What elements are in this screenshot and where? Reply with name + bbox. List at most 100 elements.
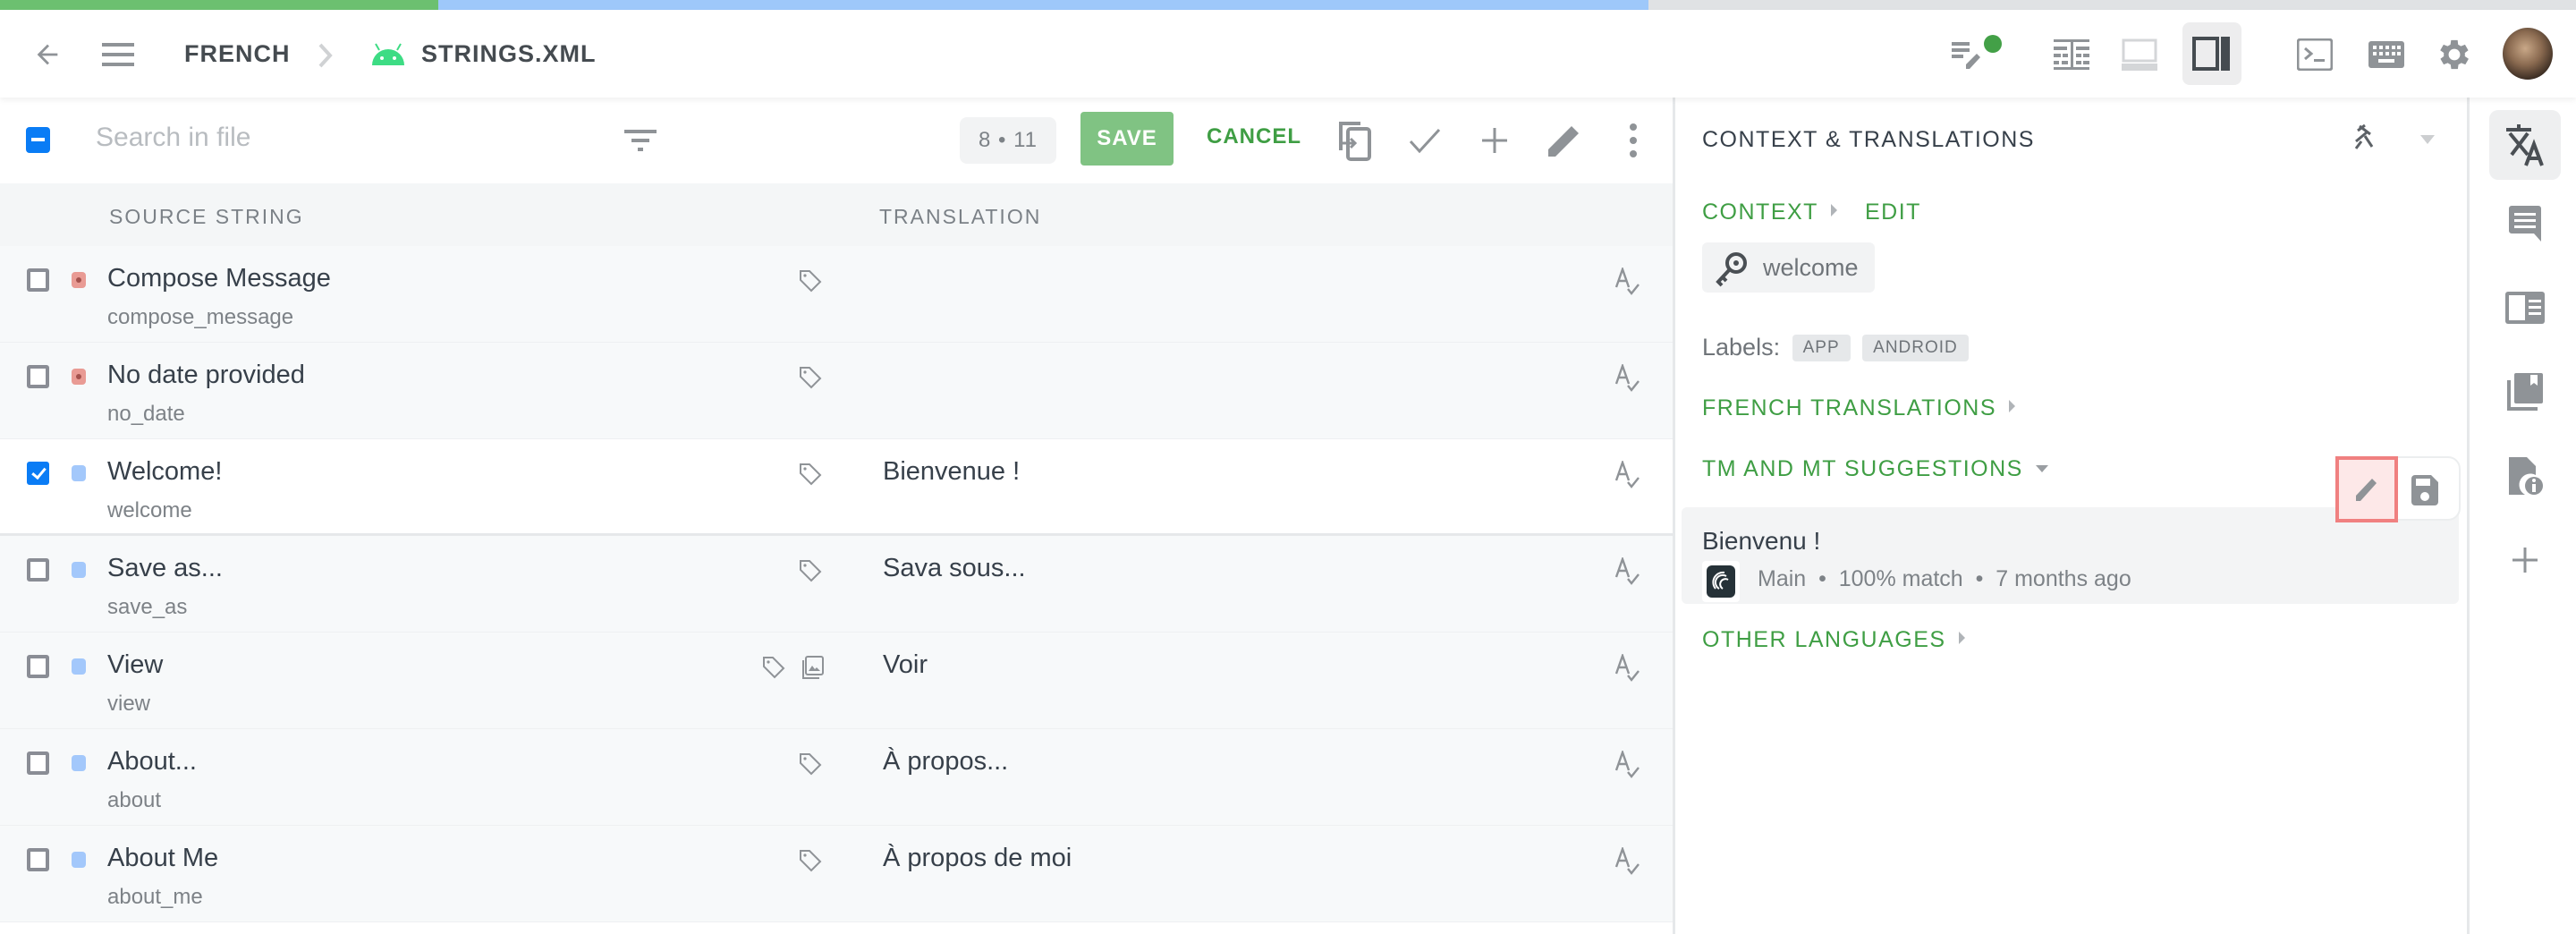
layout-side-by-side-button[interactable]: [2046, 30, 2097, 80]
table-header: SOURCE STRING TRANSLATION: [0, 183, 1673, 246]
labels-row: Labels: APP ANDROID: [1702, 334, 1969, 361]
tag-icon[interactable]: [799, 269, 822, 297]
filter-button[interactable]: [621, 123, 660, 158]
spellcheck-icon[interactable]: [1614, 845, 1641, 880]
console-button[interactable]: [2290, 30, 2340, 80]
string-key: welcome: [1763, 254, 1859, 281]
edit-suggestion-button[interactable]: [2335, 456, 2398, 522]
spellcheck-icon[interactable]: [1614, 362, 1641, 397]
tag-icon[interactable]: [799, 752, 822, 780]
table-row[interactable]: About... about À propos...: [0, 729, 1673, 826]
translation-text[interactable]: Voir: [883, 650, 928, 680]
side-by-side-icon: [2054, 39, 2089, 70]
table-row[interactable]: View view Voir: [0, 633, 1673, 729]
edit-button[interactable]: [1544, 119, 1585, 162]
caret-right-icon: [2009, 400, 2016, 412]
caret-right-icon: [1958, 632, 1965, 644]
label-chip[interactable]: APP: [1792, 335, 1851, 361]
table-row[interactable]: Compose Message compose_message: [0, 246, 1673, 343]
label-chip[interactable]: ANDROID: [1862, 335, 1969, 361]
translation-progress-bar: [0, 0, 2576, 10]
other-languages-label: OTHER LANGUAGES: [1702, 627, 1946, 652]
spellcheck-icon[interactable]: [1614, 652, 1641, 687]
tag-icon[interactable]: [799, 463, 822, 490]
spellcheck-icon[interactable]: [1614, 556, 1641, 590]
row-checkbox[interactable]: [27, 655, 49, 678]
add-button[interactable]: [1474, 123, 1515, 158]
layout-vertical-button[interactable]: [2182, 22, 2241, 85]
row-checkbox[interactable]: [27, 268, 49, 292]
panel-title: CONTEXT & TRANSLATIONS: [1702, 127, 2035, 152]
editor-toolbar: Search in file 8 • 11 SAVE CANCEL: [0, 98, 1673, 183]
panel-dropdown-button[interactable]: [2414, 126, 2441, 153]
caret-down-icon: [2420, 135, 2435, 144]
context-toggle[interactable]: CONTEXT: [1702, 200, 1837, 225]
save-button[interactable]: SAVE: [1080, 112, 1174, 166]
other-languages-toggle[interactable]: OTHER LANGUAGES: [1702, 627, 1965, 653]
rail-translations[interactable]: [2489, 110, 2561, 180]
translation-text[interactable]: À propos...: [883, 747, 1008, 777]
more-options-button[interactable]: [1615, 119, 1651, 162]
tag-icon[interactable]: [799, 366, 822, 394]
status-indicator: [72, 658, 86, 675]
file-info-icon: [2509, 457, 2543, 495]
row-checkbox[interactable]: [27, 848, 49, 871]
suggestion-source: Main: [1758, 566, 1807, 591]
translation-text[interactable]: Bienvenue !: [883, 457, 1020, 487]
row-checkbox[interactable]: [27, 751, 49, 775]
rail-file-info[interactable]: [2489, 441, 2561, 511]
table-row[interactable]: About Me about_me À propos de moi: [0, 826, 1673, 922]
menu-button[interactable]: [97, 37, 141, 72]
select-all-checkbox[interactable]: [26, 127, 50, 153]
tag-icon[interactable]: [762, 656, 785, 684]
table-row[interactable]: Welcome! welcome Bienvenue !: [0, 439, 1673, 536]
spellcheck-icon[interactable]: [1614, 749, 1641, 784]
checkmark-icon: [1409, 128, 1441, 154]
row-checkbox[interactable]: [27, 462, 49, 485]
edit-notes-icon: [1952, 42, 1980, 69]
spellcheck-icon[interactable]: [1614, 459, 1641, 494]
breadcrumb-language[interactable]: FRENCH: [184, 40, 291, 68]
table-row[interactable]: Save as... save_as Sava sous...: [0, 536, 1673, 633]
save-icon: [2411, 475, 2438, 505]
save-suggestion-button[interactable]: [2407, 471, 2443, 510]
spellcheck-icon[interactable]: [1614, 266, 1641, 301]
pin-panel-button[interactable]: [2348, 119, 2384, 155]
cancel-button[interactable]: CANCEL: [1207, 124, 1301, 149]
plus-icon: [2512, 548, 2538, 573]
keyboard-shortcuts-button[interactable]: [2361, 30, 2411, 80]
translation-text[interactable]: À propos de moi: [883, 844, 1072, 873]
approve-button[interactable]: [1404, 123, 1445, 158]
tag-icon[interactable]: [799, 559, 822, 587]
copy-source-button[interactable]: [1335, 119, 1376, 162]
user-avatar[interactable]: [2503, 28, 2553, 80]
rail-translation-memory[interactable]: [2489, 357, 2561, 427]
back-button[interactable]: [25, 37, 70, 72]
settings-button[interactable]: [2429, 30, 2479, 80]
breadcrumb-file[interactable]: STRINGS.XML: [421, 40, 597, 68]
editor-notes-button[interactable]: [1941, 30, 2002, 80]
vertical-split-icon: [2192, 37, 2230, 71]
row-checkbox[interactable]: [27, 365, 49, 388]
source-string: Compose Message: [107, 264, 331, 293]
comments-icon: [2509, 206, 2541, 242]
translate-icon: [2506, 124, 2544, 166]
suggestions-toggle[interactable]: TM AND MT SUGGESTIONS: [1702, 456, 2048, 482]
gear-icon: [2440, 39, 2469, 70]
edit-context-link[interactable]: EDIT: [1865, 200, 1921, 225]
rail-glossary[interactable]: [2489, 273, 2561, 343]
row-checkbox[interactable]: [27, 558, 49, 582]
translation-text[interactable]: Sava sous...: [883, 554, 1026, 583]
search-input[interactable]: Search in file: [96, 123, 250, 153]
tag-icon[interactable]: [799, 849, 822, 877]
french-translations-toggle[interactable]: FRENCH TRANSLATIONS: [1702, 395, 2016, 421]
table-row[interactable]: No date provided no_date: [0, 343, 1673, 439]
layout-horizontal-button[interactable]: [2114, 30, 2165, 80]
rail-comments[interactable]: [2489, 189, 2561, 259]
rail-add[interactable]: [2489, 525, 2561, 595]
screenshot-icon[interactable]: [802, 656, 824, 684]
top-bar: FRENCH STRINGS.XML: [0, 10, 2576, 98]
copy-source-icon: [1339, 122, 1371, 161]
progress-translated: [437, 0, 1649, 10]
plus-icon: [1482, 128, 1507, 153]
